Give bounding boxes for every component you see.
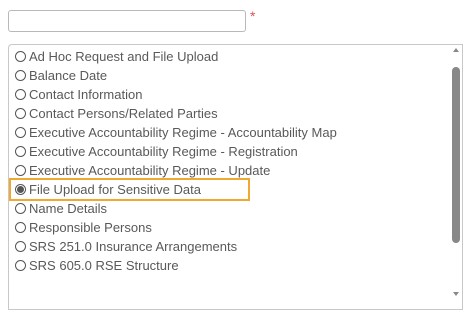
scroll-up-arrow-icon[interactable] bbox=[453, 48, 459, 52]
radio-icon[interactable] bbox=[15, 108, 26, 119]
option-label: Ad Hoc Request and File Upload bbox=[29, 49, 219, 64]
required-asterisk: * bbox=[250, 8, 256, 24]
radio-icon[interactable] bbox=[15, 127, 26, 138]
option-label: Contact Information bbox=[29, 87, 143, 102]
option-label: File Upload for Sensitive Data bbox=[29, 182, 201, 197]
option-label: Executive Accountability Regime - Regist… bbox=[29, 144, 298, 159]
option-ear-registration[interactable]: Executive Accountability Regime - Regist… bbox=[9, 142, 448, 161]
option-srs-251[interactable]: SRS 251.0 Insurance Arrangements bbox=[9, 237, 448, 256]
option-srs-605[interactable]: SRS 605.0 RSE Structure bbox=[9, 256, 448, 275]
option-label: Balance Date bbox=[29, 68, 108, 83]
option-contact-information[interactable]: Contact Information bbox=[9, 85, 448, 104]
radio-icon[interactable] bbox=[15, 260, 26, 271]
radio-icon[interactable] bbox=[15, 70, 26, 81]
radio-icon[interactable] bbox=[15, 89, 26, 100]
option-ear-accountability-map[interactable]: Executive Accountability Regime - Accoun… bbox=[9, 123, 448, 142]
option-contact-persons[interactable]: Contact Persons/Related Parties bbox=[9, 104, 448, 123]
radio-icon[interactable] bbox=[15, 203, 26, 214]
option-label: Contact Persons/Related Parties bbox=[29, 106, 218, 121]
option-ear-update[interactable]: Executive Accountability Regime - Update bbox=[9, 161, 448, 180]
radio-icon[interactable] bbox=[15, 51, 26, 62]
text-input[interactable] bbox=[8, 10, 246, 32]
option-label: Executive Accountability Regime - Accoun… bbox=[29, 125, 337, 140]
option-items: Ad Hoc Request and File Upload Balance D… bbox=[9, 47, 448, 275]
scroll-thumb[interactable] bbox=[452, 67, 460, 243]
scroll-down-arrow-icon[interactable] bbox=[453, 292, 459, 296]
option-balance-date[interactable]: Balance Date bbox=[9, 66, 448, 85]
vertical-scrollbar[interactable] bbox=[450, 45, 462, 309]
option-list[interactable]: Ad Hoc Request and File Upload Balance D… bbox=[8, 44, 463, 310]
option-label: Executive Accountability Regime - Update bbox=[29, 163, 271, 178]
option-label: Name Details bbox=[29, 201, 108, 216]
option-name-details[interactable]: Name Details bbox=[9, 199, 448, 218]
radio-selected-icon[interactable] bbox=[15, 184, 26, 195]
radio-icon[interactable] bbox=[15, 241, 26, 252]
option-responsible-persons[interactable]: Responsible Persons bbox=[9, 218, 448, 237]
radio-icon[interactable] bbox=[15, 222, 26, 233]
radio-icon[interactable] bbox=[15, 165, 26, 176]
option-ad-hoc-request[interactable]: Ad Hoc Request and File Upload bbox=[9, 47, 448, 66]
radio-icon[interactable] bbox=[15, 146, 26, 157]
option-label: Responsible Persons bbox=[29, 220, 152, 235]
option-file-upload-sensitive[interactable]: File Upload for Sensitive Data bbox=[9, 178, 448, 201]
option-label: SRS 251.0 Insurance Arrangements bbox=[29, 239, 238, 254]
option-label: SRS 605.0 RSE Structure bbox=[29, 258, 179, 273]
